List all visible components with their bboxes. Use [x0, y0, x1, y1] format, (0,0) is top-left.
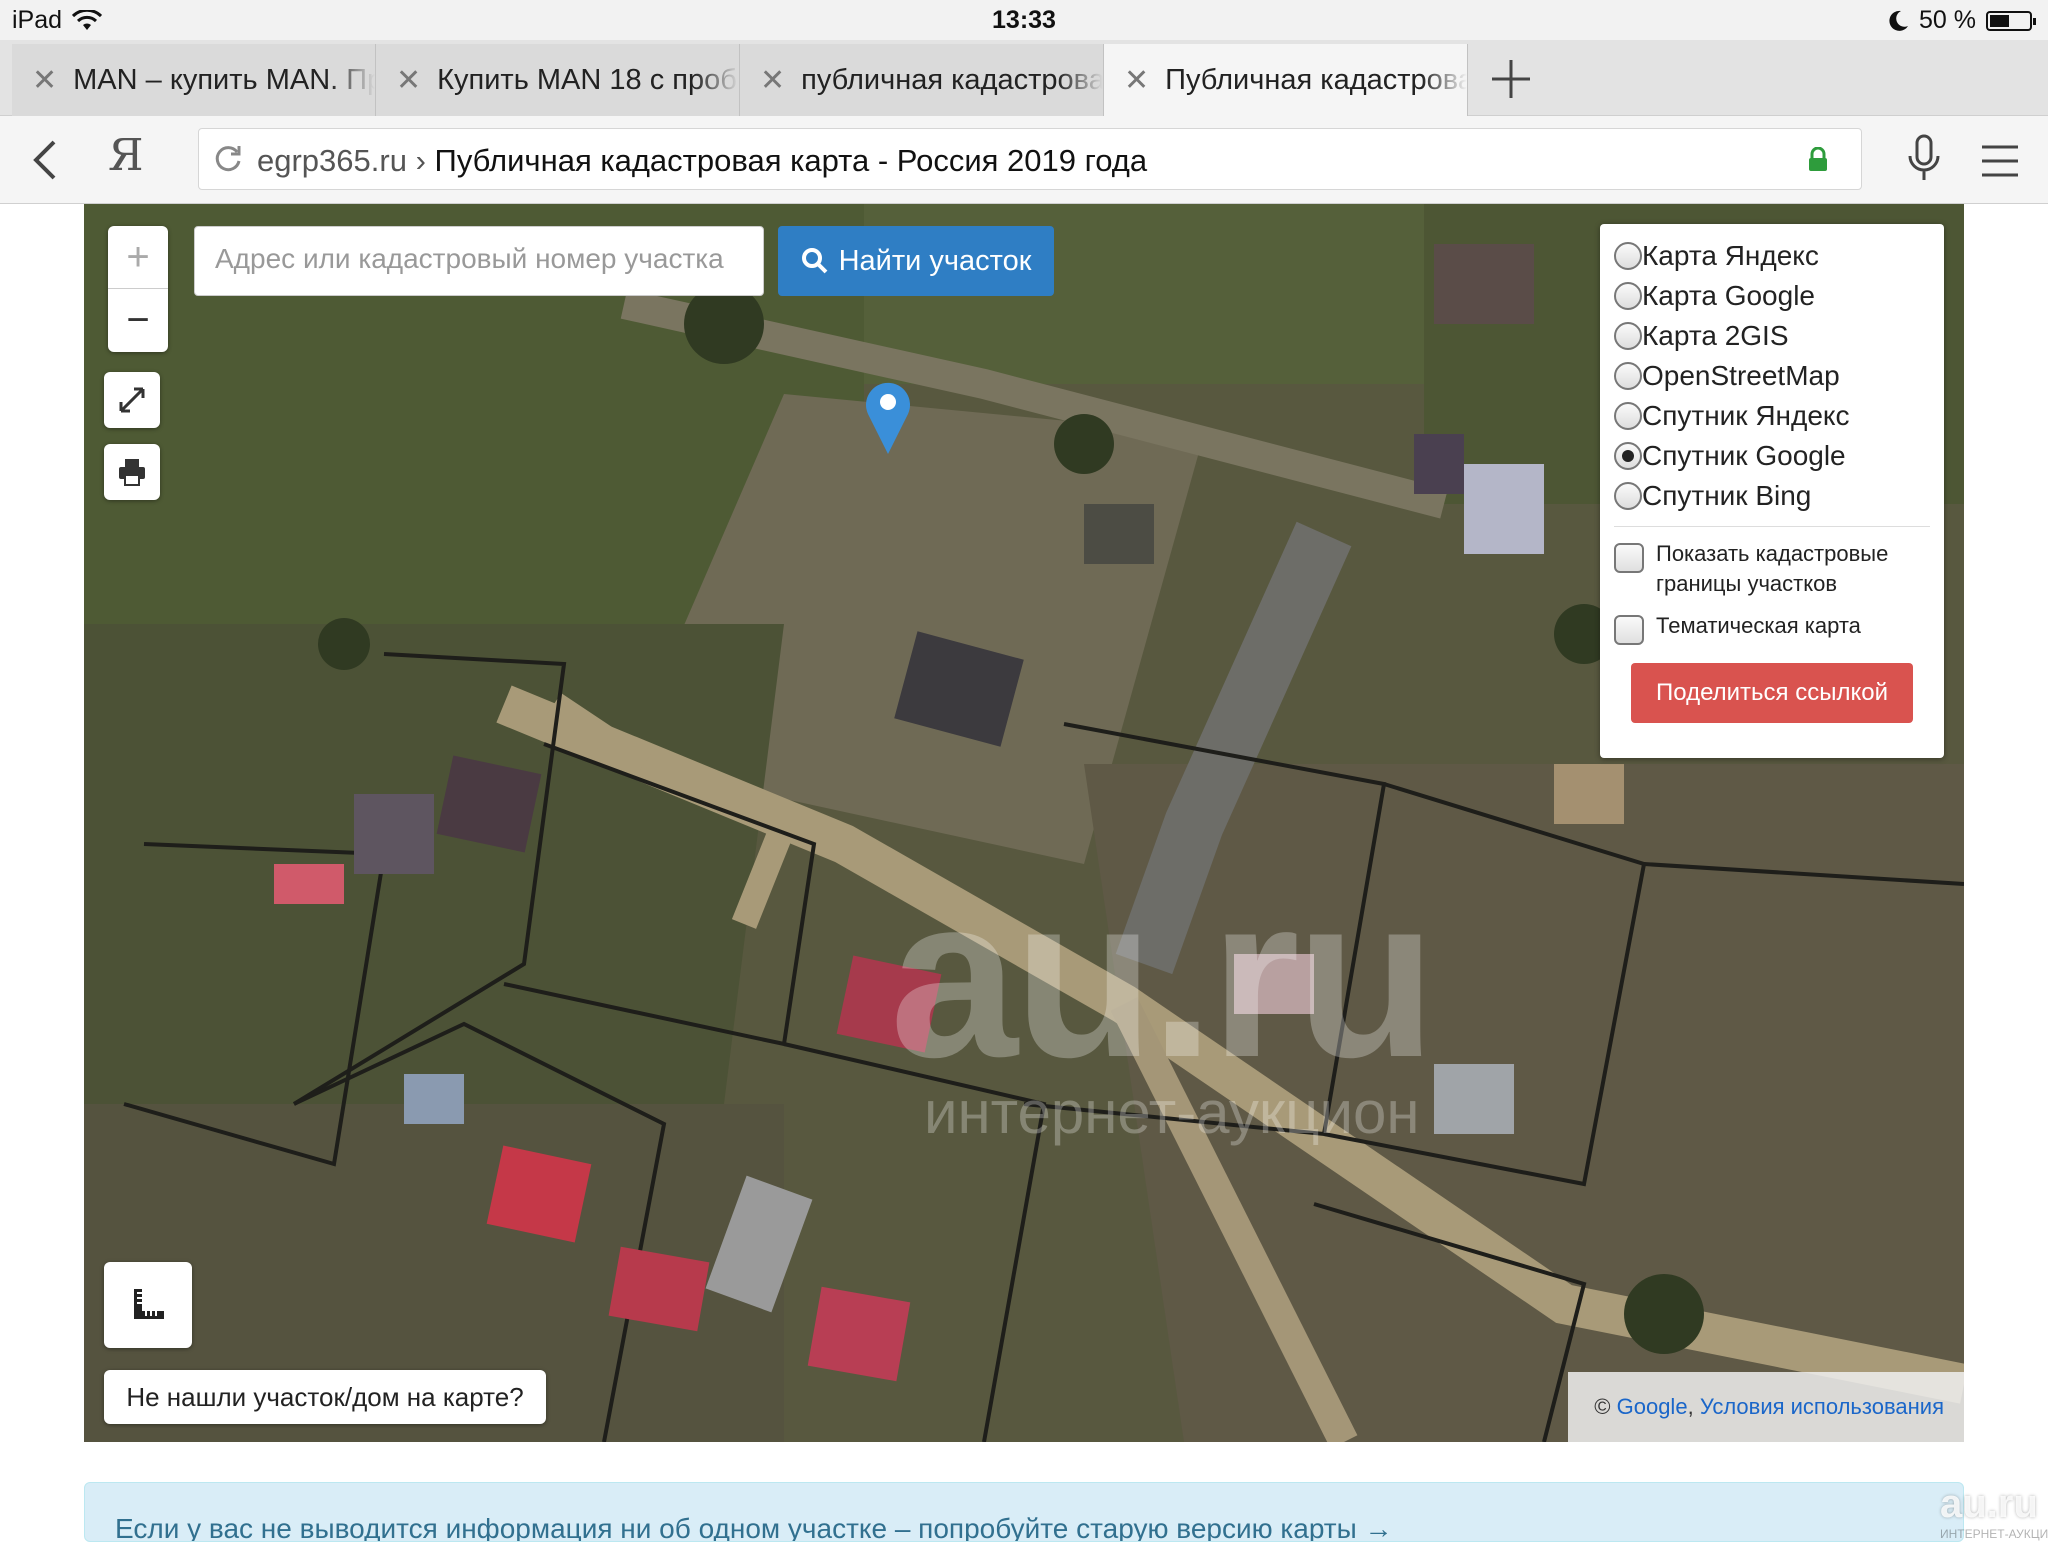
layer-option[interactable]: Карта 2GIS — [1614, 316, 1930, 356]
copyright-symbol: © — [1594, 1394, 1611, 1419]
info-text: Если у вас не выводится информация ни об… — [115, 1513, 1393, 1542]
url-page-title: Публичная кадастровая карта - Россия 201… — [434, 143, 1148, 178]
find-plot-button[interactable]: Найти участок — [778, 226, 1054, 296]
layer-label: Карта Яндекс — [1642, 240, 1819, 271]
search-icon — [801, 248, 827, 274]
tab-title: Публичная кадастрова — [1165, 63, 1467, 96]
printer-icon — [119, 459, 145, 486]
layer-option[interactable]: OpenStreetMap — [1614, 356, 1930, 396]
microphone-icon[interactable] — [1904, 134, 1944, 184]
close-tab-icon[interactable]: ✕ — [32, 63, 57, 98]
lock-icon — [1809, 147, 1827, 171]
radio-button-selected[interactable] — [1614, 442, 1642, 470]
search-input[interactable]: Адрес или кадастровый номер участка — [194, 226, 764, 296]
layer-label: Карта Google — [1642, 280, 1815, 311]
address-bar[interactable]: egrp365.ru › Публичная кадастровая карта… — [198, 128, 1862, 190]
layer-option[interactable]: Карта Google — [1614, 276, 1930, 316]
tab-title: MAN – купить MAN. Пр — [73, 63, 375, 96]
option-label: Показать кадастровые границы участков — [1656, 541, 1889, 596]
google-link[interactable]: Google — [1617, 1394, 1688, 1420]
attribution-separator: , — [1687, 1394, 1694, 1419]
expand-icon — [119, 387, 145, 413]
radio-button[interactable] — [1614, 482, 1642, 510]
info-alert[interactable]: Если у вас не выводится информация ни об… — [84, 1482, 1964, 1542]
radio-button[interactable] — [1614, 322, 1642, 350]
radio-button[interactable] — [1614, 362, 1642, 390]
layer-label: OpenStreetMap — [1642, 360, 1840, 391]
close-tab-icon[interactable]: ✕ — [396, 63, 421, 98]
thematic-map-option[interactable]: Тематическая карта — [1614, 611, 1930, 645]
cadastral-borders-option[interactable]: Показать кадастровые границы участков — [1614, 539, 1930, 599]
map-attribution: © Google, Условия использования — [1568, 1372, 1964, 1442]
zoom-in-button[interactable]: + — [108, 226, 168, 289]
status-bar: iPad 13:33 50 % — [0, 0, 2048, 40]
menu-icon[interactable] — [1980, 144, 2020, 178]
corner-watermark-brand: au.ru — [1940, 1482, 2038, 1526]
radio-button[interactable] — [1614, 242, 1642, 270]
radio-button[interactable] — [1614, 282, 1642, 310]
browser-tab[interactable]: ✕ Купить MAN 18 с проб — [376, 44, 740, 116]
browser-tab[interactable]: ✕ MAN – купить MAN. Пр — [12, 44, 376, 116]
fullscreen-button[interactable] — [104, 372, 160, 428]
reload-icon[interactable] — [213, 144, 243, 174]
watermark-subtitle: интернет-аукцион — [924, 1079, 1420, 1146]
layer-option[interactable]: Спутник Яндекс — [1614, 396, 1930, 436]
layer-option[interactable]: Спутник Bing — [1614, 476, 1930, 516]
corner-watermark: au.ru ИНТЕРНЕТ-АУКЦИОН — [1940, 1482, 2048, 1541]
battery-percent: 50 % — [1919, 6, 1976, 34]
battery-icon — [1986, 10, 2036, 31]
new-tab-icon[interactable] — [1488, 56, 1534, 102]
divider — [1614, 526, 1930, 527]
watermark-brand: au.ru — [890, 848, 1436, 1105]
layer-label: Спутник Яндекс — [1642, 400, 1850, 431]
measure-button[interactable] — [104, 1262, 192, 1348]
layer-label: Спутник Google — [1642, 440, 1846, 471]
corner-watermark-subtitle: ИНТЕРНЕТ-АУКЦИОН — [1940, 1527, 2048, 1541]
not-found-link[interactable]: Не нашли участок/дом на карте? — [104, 1370, 546, 1424]
close-tab-icon[interactable]: ✕ — [760, 63, 785, 98]
layer-panel: Карта Яндекс Карта Google Карта 2GIS Ope… — [1600, 224, 1944, 758]
url-separator: › — [415, 143, 426, 178]
print-button[interactable] — [104, 444, 160, 500]
layer-option[interactable]: Карта Яндекс — [1614, 236, 1930, 276]
browser-tab[interactable]: ✕ публичная кадастрова — [740, 44, 1104, 116]
tab-bar: ✕ MAN – купить MAN. Пр ✕ Купить MAN 18 с… — [0, 40, 2048, 116]
checkbox[interactable] — [1614, 543, 1644, 573]
find-plot-label: Найти участок — [838, 244, 1032, 277]
terms-link[interactable]: Условия использования — [1700, 1394, 1944, 1420]
layer-option-selected[interactable]: Спутник Google — [1614, 436, 1930, 476]
zoom-out-button[interactable]: − — [108, 289, 168, 352]
tab-title: Купить MAN 18 с проб — [437, 63, 737, 96]
option-label: Тематическая карта — [1656, 613, 1861, 638]
layer-label: Карта 2GIS — [1642, 320, 1789, 351]
tab-title: публичная кадастрова — [801, 63, 1103, 96]
ruler-icon — [134, 1289, 164, 1319]
url-domain: egrp365.ru — [257, 143, 407, 178]
navigation-bar: Я egrp365.ru › Публичная кадастровая кар… — [0, 116, 2048, 204]
yandex-logo[interactable]: Я — [108, 130, 144, 181]
map-pin-icon[interactable] — [864, 378, 912, 456]
zoom-control: + − — [108, 226, 168, 352]
moon-icon — [1889, 10, 1909, 31]
radio-button[interactable] — [1614, 402, 1642, 430]
share-link-button[interactable]: Поделиться ссылкой — [1631, 663, 1913, 723]
browser-tab-active[interactable]: ✕ Публичная кадастрова — [1104, 44, 1468, 116]
clock: 13:33 — [992, 6, 1056, 34]
map-view[interactable]: + − Адрес или кадастровый номер участка … — [84, 204, 1964, 1442]
checkbox[interactable] — [1614, 615, 1644, 645]
back-icon[interactable] — [26, 138, 66, 182]
layer-label: Спутник Bing — [1642, 480, 1812, 511]
close-tab-icon[interactable]: ✕ — [1124, 63, 1149, 98]
